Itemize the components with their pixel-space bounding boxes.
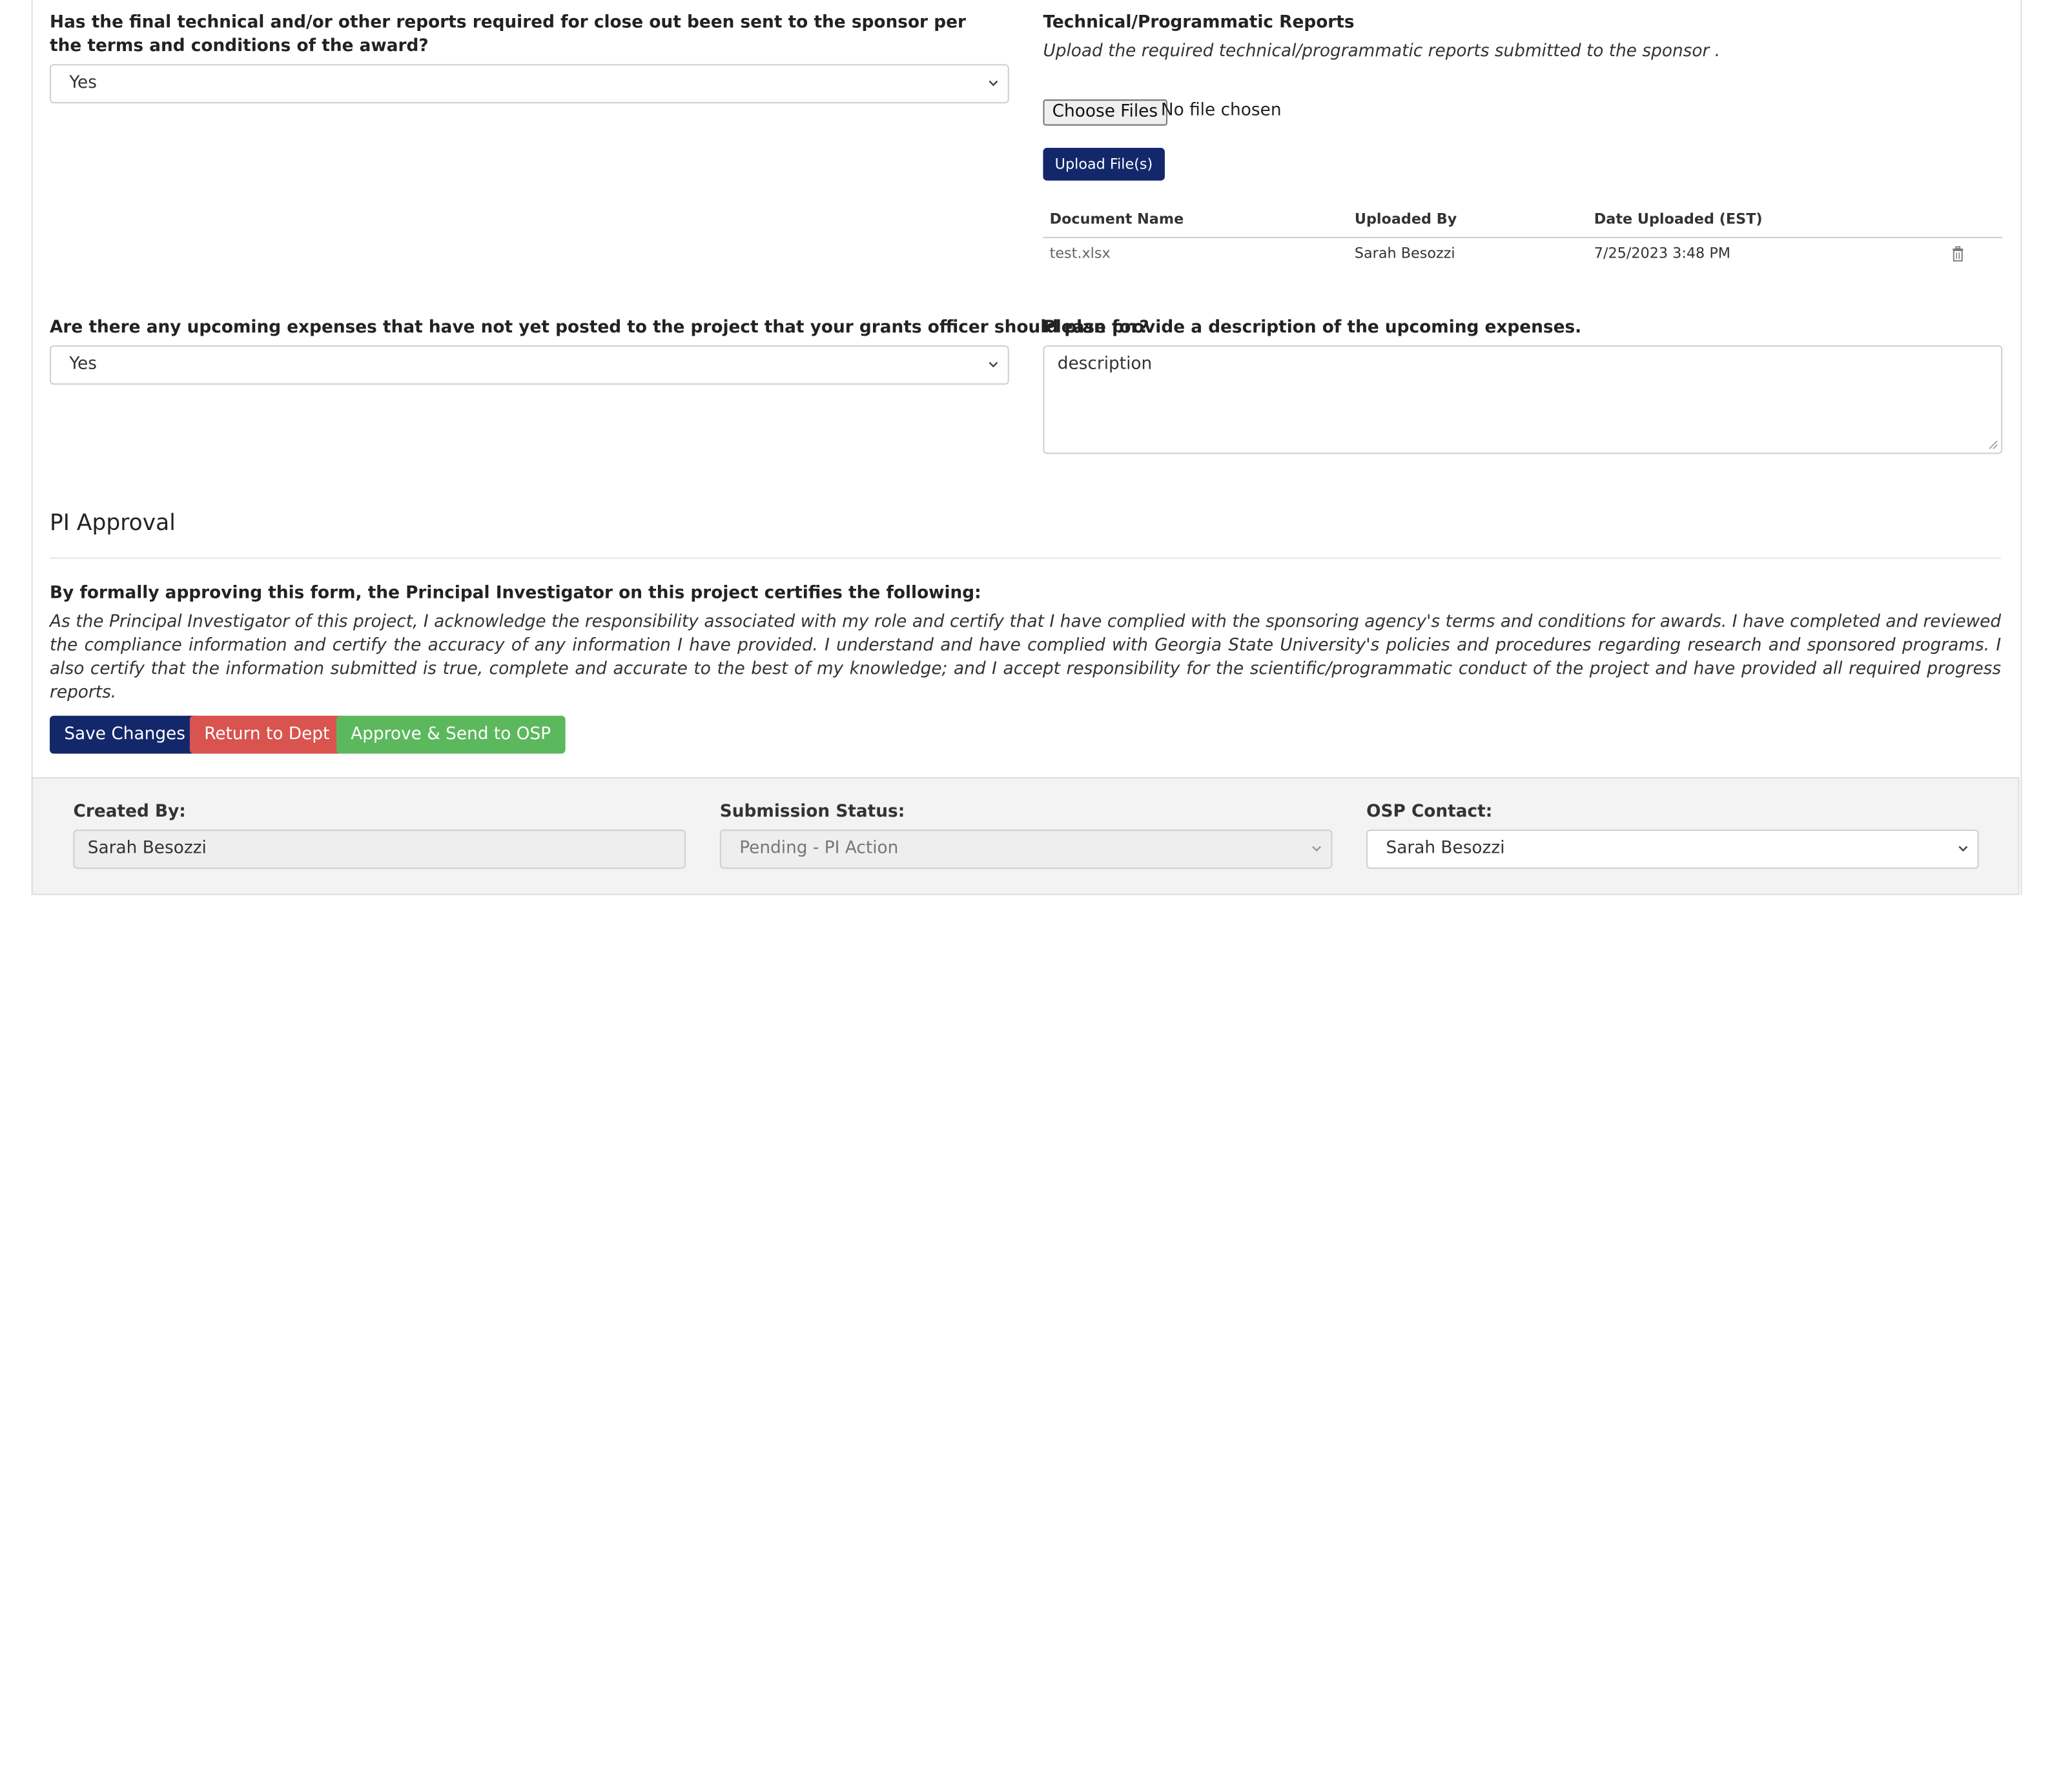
pi-approval-title: PI Approval bbox=[50, 510, 176, 537]
chevron-down-icon bbox=[989, 80, 998, 87]
certification-heading: By formally approving this form, the Pri… bbox=[50, 583, 981, 604]
document-name-cell[interactable]: test.xlsx bbox=[1050, 243, 1111, 264]
osp-contact-label: OSP Contact: bbox=[1366, 802, 1493, 822]
reports-question-select[interactable]: Yes bbox=[50, 64, 1009, 104]
uploaded-by-cell: Sarah Besozzi bbox=[1354, 245, 1455, 262]
tech-reports-note: Upload the required technical/programmat… bbox=[1043, 41, 1721, 62]
approve-send-osp-button[interactable]: Approve & Send to OSP bbox=[336, 715, 566, 754]
osp-contact-select[interactable]: Sarah Besozzi bbox=[1366, 830, 1979, 869]
expenses-description-value: description bbox=[1057, 354, 1153, 374]
save-changes-button[interactable]: Save Changes bbox=[50, 715, 200, 754]
submission-status-select: Pending - PI Action bbox=[719, 830, 1333, 869]
submission-status-label: Submission Status: bbox=[719, 802, 905, 822]
page: Has the final technical and/or other rep… bbox=[0, 0, 2052, 1792]
expenses-description-textarea[interactable]: description bbox=[1043, 345, 2003, 454]
submission-status-value: Pending - PI Action bbox=[739, 839, 899, 859]
chevron-down-icon bbox=[1958, 846, 1968, 852]
created-by-field: Sarah Besozzi bbox=[73, 830, 686, 869]
expenses-question-selected: Yes bbox=[69, 354, 97, 374]
chevron-down-icon bbox=[1312, 846, 1322, 852]
chevron-down-icon bbox=[989, 361, 998, 368]
date-uploaded-cell: 7/25/2023 3:48 PM bbox=[1594, 245, 1731, 262]
certification-text: As the Principal Investigator of this pr… bbox=[50, 612, 2002, 703]
return-to-dept-button[interactable]: Return to Dept bbox=[189, 715, 344, 754]
table-header-divider bbox=[1043, 236, 2003, 238]
section-divider bbox=[50, 557, 2002, 559]
osp-contact-value: Sarah Besozzi bbox=[1386, 839, 1505, 859]
created-by-label: Created By: bbox=[73, 802, 186, 822]
reports-question-selected: Yes bbox=[69, 73, 97, 93]
trash-icon[interactable] bbox=[1951, 246, 1964, 262]
reports-question-label: Has the final technical and/or other rep… bbox=[50, 13, 966, 57]
choose-files-button[interactable]: Choose Files bbox=[1043, 99, 1167, 126]
tech-reports-title: Technical/Programmatic Reports bbox=[1043, 13, 1355, 33]
created-by-value: Sarah Besozzi bbox=[87, 839, 207, 859]
expenses-question-label: Are there any upcoming expenses that hav… bbox=[50, 318, 1149, 338]
column-header-uploaded-by: Uploaded By bbox=[1354, 210, 1457, 228]
upload-files-button[interactable]: Upload File(s) bbox=[1043, 148, 1165, 181]
expenses-description-label: Please provide a description of the upco… bbox=[1043, 318, 1582, 338]
column-header-document-name: Document Name bbox=[1049, 210, 1184, 228]
no-file-text: No file chosen bbox=[1160, 101, 1282, 121]
expenses-question-select[interactable]: Yes bbox=[50, 345, 1009, 385]
resize-handle-icon[interactable] bbox=[1988, 440, 1998, 450]
column-header-date-uploaded: Date Uploaded (EST) bbox=[1594, 210, 1763, 228]
